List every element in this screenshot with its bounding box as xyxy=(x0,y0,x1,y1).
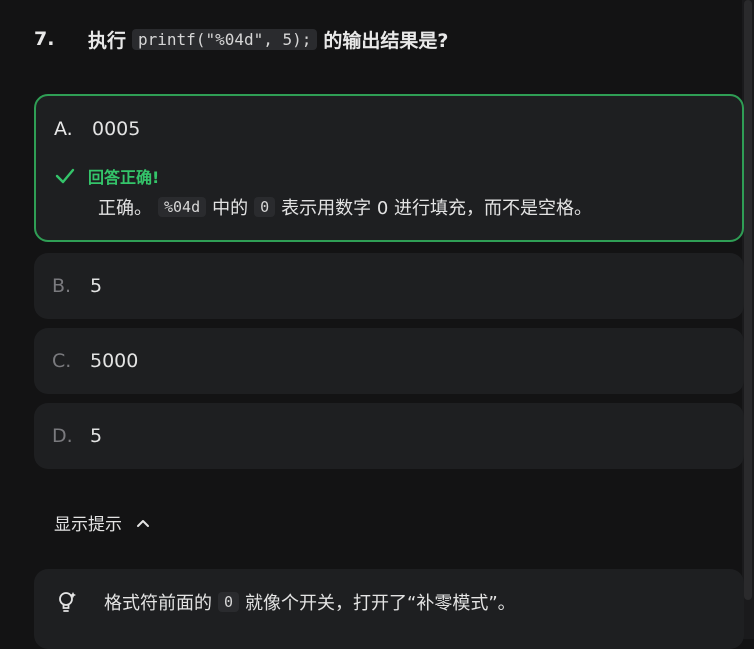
chevron-up-icon xyxy=(137,519,149,527)
feedback-code: %04d xyxy=(158,197,207,217)
feedback-text-part: 表示用数字 0 进行填充，而不是空格。 xyxy=(281,198,593,219)
option-letter: D. xyxy=(52,425,73,447)
hint-text-part: 格式符前面的 xyxy=(104,593,212,614)
option-value: 5 xyxy=(90,425,103,447)
question-suffix: 的输出结果是? xyxy=(323,29,449,52)
show-hint-toggle[interactable]: 显示提示 xyxy=(54,510,150,535)
question-code: printf("%04d", 5); xyxy=(132,28,318,50)
feedback-title: 回答正确! xyxy=(54,164,159,188)
lightbulb-icon xyxy=(59,592,76,612)
option-value: 0005 xyxy=(92,118,141,140)
option-d[interactable]: D. 5 xyxy=(34,403,744,469)
option-c-row: C. 5000 xyxy=(52,328,138,394)
feedback-title-text: 回答正确! xyxy=(88,168,160,187)
option-b[interactable]: B. 5 xyxy=(34,253,744,319)
show-hint-label: 显示提示 xyxy=(54,515,122,535)
option-letter: A. xyxy=(54,118,73,140)
question-number: 7. xyxy=(34,28,55,50)
check-icon xyxy=(55,168,75,184)
question-prefix: 执行 xyxy=(88,29,127,52)
hint-text-part: 就像个开关，打开了“补零模式”。 xyxy=(245,593,516,614)
scrollbar-track[interactable] xyxy=(742,0,754,639)
option-value: 5 xyxy=(90,275,103,297)
option-a-row: A. 0005 xyxy=(54,114,140,144)
hint-box: 格式符前面的 0 就像个开关，打开了“补零模式”。 xyxy=(34,569,744,649)
option-d-row: D. 5 xyxy=(52,403,102,469)
option-letter: B. xyxy=(52,275,72,297)
feedback-text-part: 正确。 xyxy=(98,198,152,219)
feedback-explanation: 正确。 %04d 中的 0 表示用数字 0 进行填充，而不是空格。 xyxy=(98,194,592,220)
option-letter: C. xyxy=(52,350,72,372)
hint-content: 格式符前面的 0 就像个开关，打开了“补零模式”。 xyxy=(56,589,516,615)
question-title: 7. 执行 printf("%04d", 5); 的输出结果是? xyxy=(34,24,734,54)
scrollbar-thumb[interactable] xyxy=(744,0,752,600)
option-b-row: B. 5 xyxy=(52,253,102,319)
feedback-text-part: 中的 xyxy=(212,198,249,219)
hint-code: 0 xyxy=(218,592,240,612)
option-value: 5000 xyxy=(90,350,139,372)
option-a[interactable]: A. 0005 回答正确! 正确。 %04d 中的 0 表示用数字 0 进行填充… xyxy=(34,94,744,242)
option-c[interactable]: C. 5000 xyxy=(34,328,744,394)
feedback-code: 0 xyxy=(254,197,276,217)
